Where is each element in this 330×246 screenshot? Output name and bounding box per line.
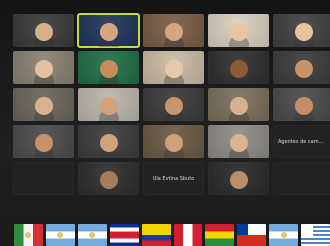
- participant-name-label: Agentes de cam...: [278, 138, 324, 145]
- participant-tile[interactable]: [208, 162, 269, 195]
- participant-name-label: Ula Evtina Sbuto: [152, 175, 195, 182]
- participant-video-face: [229, 134, 248, 153]
- participant-tile-text[interactable]: Agentes de cam...: [273, 125, 330, 158]
- chile-flag-icon: [237, 224, 267, 246]
- peru-flag-icon: [173, 224, 203, 246]
- bolivia-flag-icon: [205, 224, 235, 246]
- flag-bar: [14, 224, 330, 246]
- participant-tile[interactable]: [273, 88, 330, 121]
- participant-tile[interactable]: [78, 88, 139, 121]
- participant-tile[interactable]: [13, 14, 74, 47]
- participant-tile[interactable]: [13, 88, 74, 121]
- participant-video-face: [229, 60, 248, 79]
- participant-video-face: [34, 60, 53, 79]
- participant-video-face: [229, 97, 248, 116]
- participant-tile[interactable]: [13, 125, 74, 158]
- argentina-flag-icon: [269, 224, 299, 246]
- participant-tile[interactable]: [143, 51, 204, 84]
- participant-tile[interactable]: [273, 14, 330, 47]
- participant-video-face: [99, 134, 118, 153]
- argentina-flag-icon: [77, 224, 107, 246]
- participant-tile[interactable]: [143, 14, 204, 47]
- participant-tile-text[interactable]: [13, 162, 74, 195]
- participant-video-face: [164, 97, 183, 116]
- participant-video-face: [34, 97, 53, 116]
- participant-tile[interactable]: [78, 162, 139, 195]
- participant-video-face: [294, 60, 313, 79]
- participant-video-face: [229, 23, 248, 42]
- participant-video-face: [99, 23, 118, 42]
- participant-tile[interactable]: [143, 88, 204, 121]
- participant-tile[interactable]: [78, 51, 139, 84]
- participant-tile[interactable]: [77, 13, 140, 48]
- participant-video-face: [99, 97, 118, 116]
- participant-video-face: [164, 60, 183, 79]
- participant-tile[interactable]: [273, 51, 330, 84]
- mexico-flag-icon: [14, 224, 43, 246]
- participant-tile-text[interactable]: [273, 162, 330, 195]
- participant-video-face: [294, 23, 313, 42]
- participant-video-face: [34, 134, 53, 153]
- participant-tile[interactable]: [208, 14, 269, 47]
- participant-video-face: [294, 97, 313, 116]
- uruguay-flag-icon: [301, 224, 330, 246]
- participant-grid: Agentes de cam... Ula Evtina Sbuto: [13, 13, 330, 204]
- participant-tile[interactable]: [143, 125, 204, 158]
- participant-tile[interactable]: [78, 125, 139, 158]
- participant-tile[interactable]: [208, 88, 269, 121]
- participant-tile[interactable]: [208, 125, 269, 158]
- participant-tile[interactable]: [208, 51, 269, 84]
- colombia-flag-icon: [141, 224, 171, 246]
- participant-tile-text[interactable]: Ula Evtina Sbuto: [143, 162, 204, 195]
- video-meeting-window: Agentes de cam... Ula Evtina Sbuto: [0, 0, 330, 246]
- participant-video-face: [99, 171, 118, 190]
- participant-video-face: [164, 134, 183, 153]
- participant-video-face: [229, 171, 248, 190]
- costa-rica-flag-icon: [109, 224, 139, 246]
- participant-video-face: [164, 23, 183, 42]
- argentina-flag-icon: [45, 224, 75, 246]
- participant-video-face: [99, 60, 118, 79]
- participant-tile[interactable]: [13, 51, 74, 84]
- participant-video-face: [34, 23, 53, 42]
